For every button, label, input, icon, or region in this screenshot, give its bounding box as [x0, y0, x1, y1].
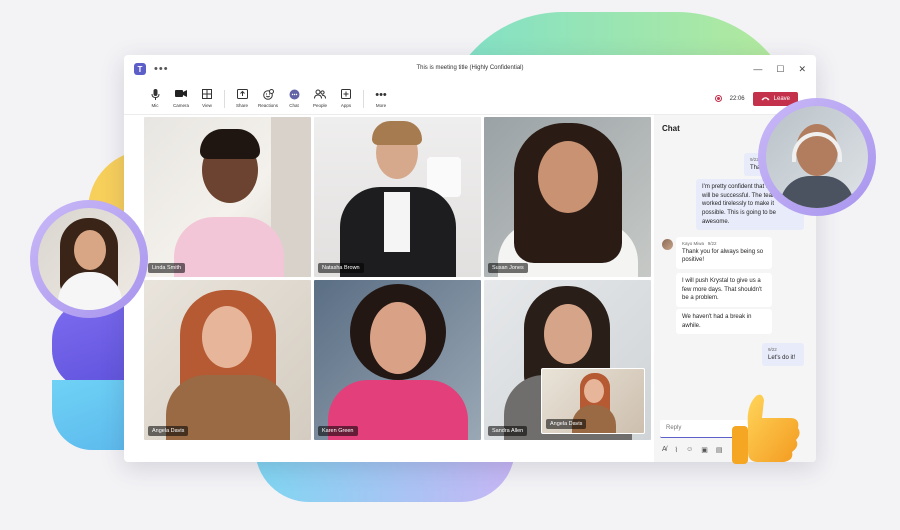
more-button[interactable]: ••• More [368, 89, 394, 108]
teams-logo-icon: T [134, 63, 146, 75]
chat-message-self: 9/22 Let's do it! [762, 343, 804, 367]
meeting-timer: 22:06 [729, 95, 745, 102]
view-label: View [202, 103, 212, 108]
video-tile[interactable]: Linda Smith [144, 117, 311, 277]
avatar-body [780, 176, 854, 208]
message-text: We haven't had a break in awhile. [682, 314, 752, 329]
participant-name: Susan Jones [488, 263, 528, 273]
participant-body [174, 217, 284, 277]
format-icon[interactable]: A̸ [662, 446, 667, 454]
video-tile[interactable]: Angela Davis [144, 280, 311, 440]
participant-head [538, 141, 598, 213]
promo-stage: T ••• This is meeting title (Highly Conf… [0, 0, 900, 530]
mic-label: Mic [151, 103, 159, 108]
participant-hair [372, 121, 422, 145]
reactions-icon [262, 89, 274, 101]
self-view-pip[interactable]: Angela Davis [541, 368, 645, 434]
message-time: 9/22 [707, 241, 717, 246]
participant-name: Sandra Allen [488, 426, 528, 436]
meeting-toolbar: Mic Camera View Share Reactions Chat Peo… [124, 83, 816, 115]
attach-icon[interactable]: ⌇ [675, 446, 678, 454]
apps-button[interactable]: Apps [333, 89, 359, 108]
pip-name: Angela Davis [546, 419, 587, 429]
toolbar-divider [224, 89, 225, 108]
video-tile[interactable]: Karen Green [314, 280, 481, 440]
sticker-icon[interactable]: ▤ [716, 446, 723, 454]
maximize-button[interactable]: ☐ [776, 64, 784, 75]
participant-name: Natasha Brown [318, 263, 364, 273]
avatar [662, 239, 673, 250]
message-text: I will push Krystal to give us a few mor… [682, 278, 762, 302]
floating-avatar-right [758, 98, 876, 216]
camera-icon [175, 89, 187, 101]
chat-button[interactable]: Chat [281, 89, 307, 108]
participant-head [370, 302, 426, 374]
emoji-icon[interactable]: ☺ [686, 446, 693, 454]
thumbs-up-icon [732, 394, 800, 464]
mic-button[interactable]: Mic [142, 89, 168, 108]
chat-message-other: We haven't had a break in awhile. [676, 309, 772, 335]
apps-label: Apps [340, 103, 352, 108]
gif-icon[interactable]: ▣ [701, 446, 708, 454]
participant-shirt [384, 192, 410, 252]
hangup-icon [761, 97, 770, 101]
participant-name: Karen Green [318, 426, 358, 436]
chat-icon [289, 89, 300, 101]
share-icon [236, 89, 248, 101]
people-icon [314, 89, 326, 101]
share-button[interactable]: Share [229, 89, 255, 108]
chat-title: Chat [662, 123, 680, 133]
view-button[interactable]: View [194, 89, 220, 108]
compose-toolbar: A̸ ⌇ ☺ ▣ ▤ [662, 446, 723, 454]
participant-name: Angela Davis [148, 426, 189, 436]
mic-icon [151, 89, 160, 101]
pip-head [584, 379, 604, 403]
message-text: Thank you for always being so positive! [682, 248, 764, 264]
reactions-label: Reactions [257, 103, 278, 108]
close-button[interactable]: ✕ [798, 64, 806, 75]
more-icon: ••• [375, 89, 387, 101]
participant-hair [200, 129, 260, 159]
apps-icon [341, 89, 351, 101]
reactions-button[interactable]: Reactions [255, 89, 281, 108]
title-more-button[interactable]: ••• [154, 63, 169, 75]
more-label: More [375, 103, 387, 108]
video-grid: Linda Smith Natasha Brown Susan Jones An… [144, 117, 654, 441]
participant-head [544, 304, 592, 364]
video-tile[interactable]: Susan Jones [484, 117, 651, 277]
grid-icon [202, 89, 212, 101]
camera-button[interactable]: Camera [168, 89, 194, 108]
meeting-window: T ••• This is meeting title (Highly Conf… [124, 55, 816, 462]
title-bar: T ••• This is meeting title (Highly Conf… [124, 55, 816, 83]
camera-label: Camera [172, 103, 189, 108]
participant-name: Linda Smith [148, 263, 186, 273]
video-tile[interactable]: Angela Davis Sandra Allen [484, 280, 651, 440]
meeting-title: This is meeting title (Highly Confidenti… [416, 65, 524, 71]
recording-icon [714, 95, 722, 102]
video-tile[interactable]: Natasha Brown [314, 117, 481, 277]
avatar-face [74, 230, 106, 270]
toolbar-divider [363, 89, 364, 108]
people-label: People [312, 103, 327, 108]
chat-message-other: Kayo Miwa 9/22 Thank you for always bein… [676, 237, 772, 269]
floating-avatar-left [30, 200, 148, 318]
message-author: Kayo Miwa [682, 241, 705, 246]
leave-label: Leave [773, 95, 790, 102]
chat-message-other: I will push Krystal to give us a few mor… [676, 273, 772, 308]
people-button[interactable]: People [307, 89, 333, 108]
participant-head [202, 306, 252, 368]
message-text: Let's do it! [768, 354, 796, 361]
chat-label: Chat [289, 103, 299, 108]
share-label: Share [235, 103, 248, 108]
minimize-button[interactable]: — [753, 64, 762, 75]
